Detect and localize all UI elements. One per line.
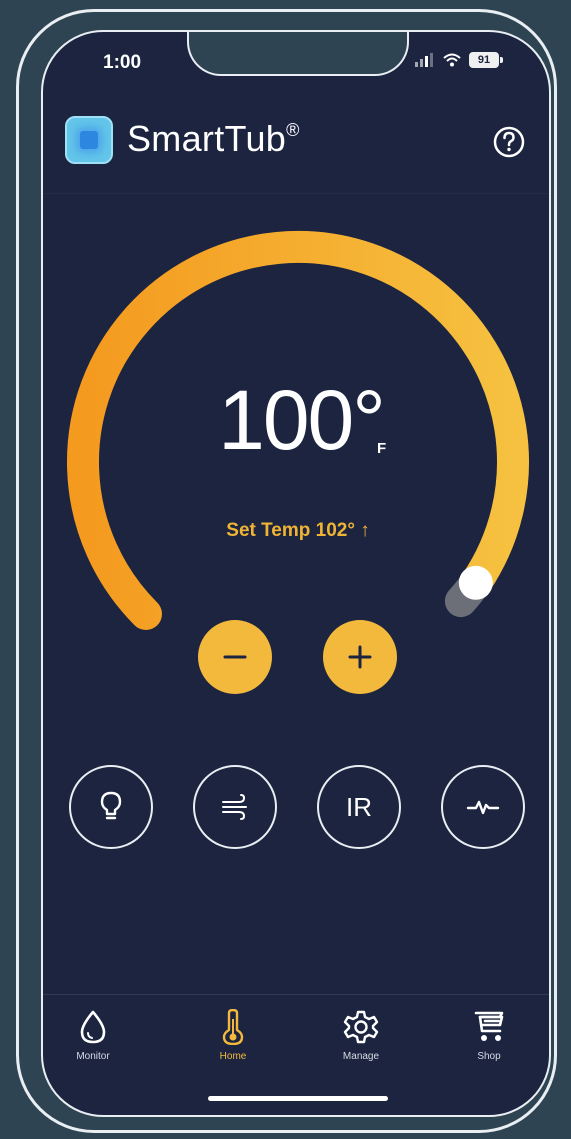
minus-icon (223, 655, 247, 659)
air-flow-icon (222, 794, 247, 820)
temperature-unit: F (377, 440, 387, 457)
ir-button[interactable]: IR (317, 765, 401, 849)
water-drop-icon (80, 1010, 106, 1044)
tab-shop[interactable]: Shop (439, 1009, 539, 1062)
lightbulb-icon (100, 791, 122, 820)
plus-icon (348, 645, 372, 669)
tab-label: Shop (477, 1051, 501, 1062)
tab-label: Home (219, 1051, 247, 1062)
gauge-knob[interactable] (458, 565, 493, 600)
pulse-icon (466, 800, 500, 815)
tab-manage[interactable]: Manage (311, 1009, 411, 1062)
app-screen: 1:00 91 SmartTub® 100° F Set Temp 102° ↑… (41, 30, 551, 1117)
health-monitor-button[interactable] (441, 765, 525, 849)
air-jets-button[interactable] (193, 765, 277, 849)
home-indicator (208, 1096, 388, 1101)
tab-label: Monitor (76, 1051, 110, 1062)
gear-icon (343, 1010, 379, 1044)
decrease-temp-button[interactable] (198, 620, 272, 694)
ir-label: IR (346, 791, 372, 822)
current-temperature: 100° (218, 373, 386, 467)
light-button[interactable] (69, 765, 153, 849)
thermometer-icon (222, 1009, 244, 1045)
tab-label: Manage (342, 1051, 380, 1062)
tab-home[interactable]: Home (183, 1009, 283, 1062)
set-temperature-label: Set Temp 102° ↑ (226, 520, 370, 541)
increase-temp-button[interactable] (323, 620, 397, 694)
cart-icon (474, 1011, 504, 1041)
tab-monitor[interactable]: Monitor (43, 1009, 143, 1062)
